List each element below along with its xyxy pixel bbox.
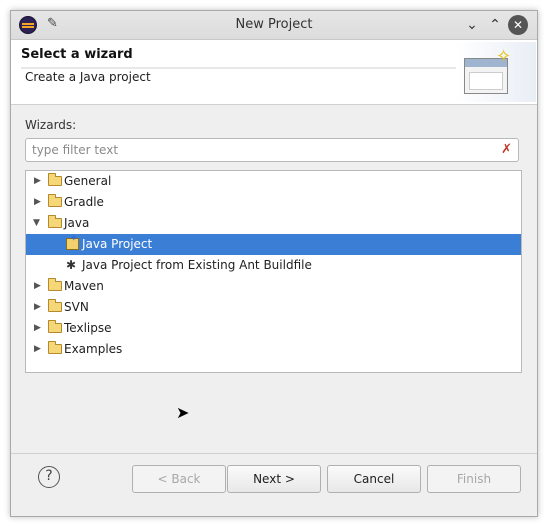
open-folder-icon	[48, 215, 62, 228]
close-button[interactable]: ✕	[508, 15, 528, 35]
tree-item-label: Maven	[64, 279, 104, 293]
new-project-dialog: ✎ New Project ⌄ ⌃ ✕ Select a wizard Crea…	[10, 10, 538, 517]
expand-arrow-icon[interactable]: ▶	[34, 171, 44, 192]
tree-item-examples[interactable]: ▶ Examples	[26, 339, 521, 360]
tree-item-general[interactable]: ▶ General	[26, 171, 521, 192]
window-title: New Project	[235, 17, 313, 32]
folder-icon	[48, 320, 62, 333]
new-wizard-banner-icon: ✧	[456, 42, 536, 102]
wizard-header: Select a wizard Create a Java project ✧	[11, 40, 537, 105]
clear-filter-icon[interactable]: ✗	[501, 142, 512, 157]
expand-arrow-icon[interactable]: ▶	[34, 339, 44, 360]
filter-field[interactable]: ✗	[25, 138, 519, 162]
folder-icon	[48, 194, 62, 207]
expand-arrow-icon[interactable]: ▶	[34, 276, 44, 297]
tree-item-svn[interactable]: ▶ SVN	[26, 297, 521, 318]
cancel-button[interactable]: Cancel	[327, 465, 421, 493]
tree-item-texlipse[interactable]: ▶ Texlipse	[26, 318, 521, 339]
tree-item-label: Java	[64, 216, 90, 230]
filter-input[interactable]	[32, 142, 492, 158]
tree-item-label: Texlipse	[64, 321, 112, 335]
back-button[interactable]: < Back	[132, 465, 226, 493]
expand-arrow-icon[interactable]: ▶	[34, 297, 44, 318]
java-project-icon	[66, 233, 79, 250]
minimize-button[interactable]: ⌄	[462, 15, 482, 35]
tree-item-label: Examples	[64, 342, 123, 356]
button-bar-divider	[11, 453, 537, 454]
mouse-cursor-icon: ➤	[176, 403, 190, 422]
wizard-tree[interactable]: ▶ General ▶ Gradle ▼ Java Java Project ✱…	[25, 170, 522, 422]
tree-item-java-project[interactable]: Java Project	[26, 233, 521, 255]
tree-item-label: SVN	[64, 300, 89, 314]
help-button[interactable]: ?	[38, 466, 60, 488]
wizards-label: Wizards:	[25, 118, 77, 132]
tree-item-java[interactable]: ▼ Java	[26, 213, 521, 234]
finish-button[interactable]: Finish	[427, 465, 521, 493]
title-bar: ✎ New Project ⌄ ⌃ ✕	[11, 11, 537, 40]
tree-item-label: Gradle	[64, 195, 104, 209]
folder-icon	[48, 278, 62, 291]
maximize-button[interactable]: ⌃	[485, 15, 505, 35]
header-title: Select a wizard	[21, 47, 133, 62]
folder-icon	[48, 299, 62, 312]
tree-item-label: Java Project from Existing Ant Buildfile	[82, 258, 312, 272]
tree-item-label: Java Project	[82, 237, 153, 251]
expand-arrow-icon[interactable]: ▶	[34, 192, 44, 213]
folder-icon	[48, 173, 62, 186]
tree-item-maven[interactable]: ▶ Maven	[26, 276, 521, 297]
tree-item-gradle[interactable]: ▶ Gradle	[26, 192, 521, 213]
header-divider	[21, 67, 461, 69]
folder-icon	[48, 341, 62, 354]
next-button[interactable]: Next >	[227, 465, 321, 493]
collapse-arrow-icon[interactable]: ▼	[33, 213, 43, 234]
tree-item-java-project-from-ant[interactable]: ✱ Java Project from Existing Ant Buildfi…	[26, 255, 521, 276]
tree-item-label: General	[64, 174, 112, 188]
header-description: Create a Java project	[25, 70, 151, 84]
expand-arrow-icon[interactable]: ▶	[34, 318, 44, 339]
ant-icon: ✱	[66, 258, 77, 272]
